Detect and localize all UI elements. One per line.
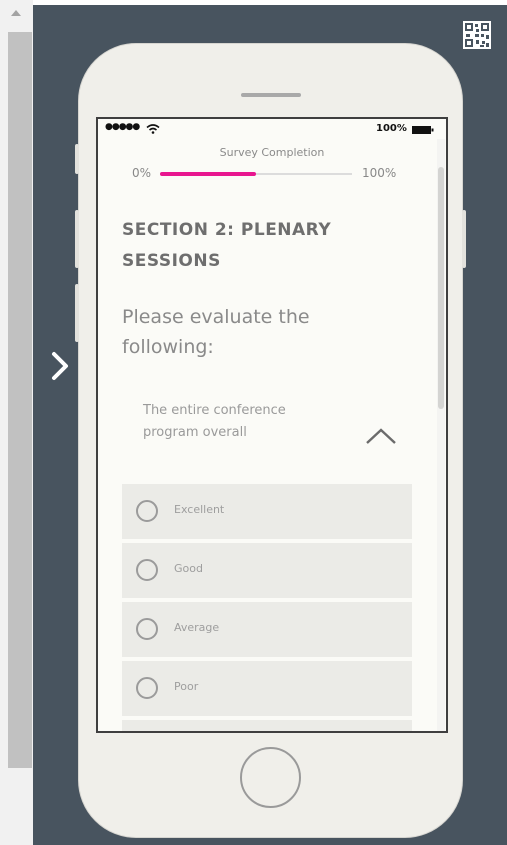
option-good[interactable]: Good xyxy=(122,543,412,598)
signal-strength: ●●●●● xyxy=(105,122,140,132)
home-button[interactable] xyxy=(240,747,301,808)
phone-screen: ●●●●● 100% Survey Completion 0% 100% SEC… xyxy=(96,117,448,733)
radio-button[interactable] xyxy=(136,559,158,581)
option-excellent[interactable]: Excellent xyxy=(122,484,412,539)
progress-bar xyxy=(160,172,352,176)
progress-min-label: 0% xyxy=(132,166,152,180)
option-partial[interactable] xyxy=(122,720,412,731)
radio-button[interactable] xyxy=(136,618,158,640)
battery-icon xyxy=(412,126,434,134)
phone-side-button xyxy=(75,144,79,174)
phone-side-button xyxy=(75,284,79,342)
section-title: SECTION 2: PLENARY SESSIONS xyxy=(122,220,332,271)
scrollbar-thumb[interactable] xyxy=(8,32,32,768)
battery-percentage: 100% xyxy=(376,123,407,134)
progress-max-label: 100% xyxy=(362,166,397,180)
option-label: Poor xyxy=(174,680,199,693)
wifi-icon xyxy=(146,124,160,134)
phone-speaker xyxy=(241,93,301,97)
instruction-text: Please evaluate the following: xyxy=(122,306,310,358)
phone-side-button xyxy=(462,210,466,268)
preview-stage: ●●●●● 100% Survey Completion 0% 100% SEC… xyxy=(33,5,507,845)
option-poor[interactable]: Poor xyxy=(122,661,412,716)
radio-button[interactable] xyxy=(136,677,158,699)
progress-fill xyxy=(160,172,256,176)
question-text: The entire conference program overall xyxy=(143,403,286,440)
scroll-up-arrow[interactable] xyxy=(11,10,21,16)
chevron-right-icon[interactable] xyxy=(45,349,75,383)
screen-scrollbar[interactable] xyxy=(437,139,445,731)
browser-scrollbar[interactable] xyxy=(0,0,33,845)
progress-title: Survey Completion xyxy=(219,146,325,159)
option-average[interactable]: Average xyxy=(122,602,412,657)
status-bar: ●●●●● 100% xyxy=(98,119,446,139)
option-label: Average xyxy=(174,621,220,634)
radio-button[interactable] xyxy=(136,500,158,522)
answer-options: Excellent Good Average Poor xyxy=(122,484,412,731)
chevron-up-icon[interactable] xyxy=(365,427,397,445)
option-label: Good xyxy=(174,562,203,575)
qr-code-icon[interactable] xyxy=(463,21,491,49)
option-label: Excellent xyxy=(174,503,225,516)
phone-side-button xyxy=(75,210,79,268)
screen-scrollbar-thumb[interactable] xyxy=(438,167,444,409)
